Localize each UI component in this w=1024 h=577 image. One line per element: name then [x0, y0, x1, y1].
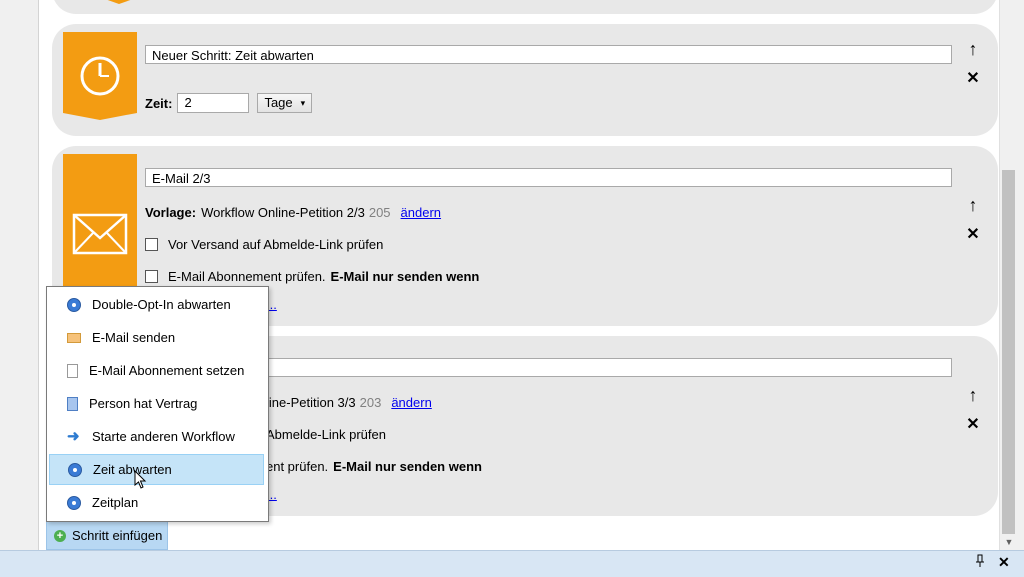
step-type-menu: Double-Opt-In abwarten E-Mail senden E-M… — [46, 286, 269, 522]
subscription3-label: ent prüfen. — [266, 459, 329, 474]
unsubscribe3-label: Abmelde-Link prüfen — [266, 427, 386, 442]
unsubscribe-checkbox[interactable] — [145, 238, 158, 251]
wait-step-title-input[interactable]: Neuer Schritt: Zeit abwarten — [145, 45, 952, 64]
move-up-icon[interactable]: ↑ — [964, 40, 982, 58]
template-row: Vorlage: Workflow Online-Petition 2/3 20… — [145, 205, 441, 220]
change-template3-link[interactable]: ändern — [391, 395, 431, 410]
unsubscribe-check-label: Vor Versand auf Abmelde-Link prüfen — [168, 237, 384, 252]
menu-item-label: Zeitplan — [92, 495, 139, 510]
menu-item-label: Double-Opt-In abwarten — [92, 297, 231, 312]
close-icon[interactable]: ✕ — [998, 554, 1010, 571]
scroll-down-icon[interactable]: ▼ — [1000, 534, 1018, 550]
add-icon: + — [54, 529, 66, 542]
time-value-input[interactable]: 2 — [177, 93, 250, 113]
previous-step-card — [52, 0, 998, 14]
wait-time-row: Zeit: 2 Tage ▾ — [145, 93, 313, 113]
menu-item-send-email[interactable]: E-Mail senden — [49, 322, 264, 353]
template-name: Workflow Online-Petition 2/3 — [201, 205, 365, 220]
vertical-scrollbar[interactable]: ▼ — [999, 0, 1018, 550]
contract-icon — [67, 396, 78, 411]
time-unit-select[interactable]: Tage ▾ — [257, 93, 313, 113]
remove-step-icon[interactable]: ✕ — [964, 416, 982, 434]
move-up-icon[interactable]: ↑ — [964, 386, 982, 404]
clock-icon — [67, 495, 81, 510]
mail-icon — [67, 332, 81, 343]
subscription-check-label: E-Mail Abonnement prüfen. — [168, 269, 326, 284]
menu-item-label: Zeit abwarten — [93, 462, 172, 477]
remove-step-icon[interactable]: ✕ — [964, 70, 982, 88]
wait-step-card: Neuer Schritt: Zeit abwarten Zeit: 2 Tag… — [52, 24, 998, 136]
time-label: Zeit: — [145, 95, 173, 111]
document-icon — [67, 363, 78, 378]
clock-icon — [80, 56, 120, 96]
previous-step-badge — [102, 0, 136, 4]
menu-item-label: E-Mail senden — [92, 330, 176, 345]
clock-icon — [68, 462, 82, 477]
subscription-check-row: E-Mail Abonnement prüfen. E-Mail nur sen… — [145, 269, 484, 284]
move-up-icon[interactable]: ↑ — [964, 196, 982, 214]
arrow-right-icon: ➜ — [67, 427, 80, 445]
subscription3-bold: E-Mail nur senden wenn — [333, 459, 482, 474]
menu-item-wait-time[interactable]: Zeit abwarten — [49, 454, 264, 485]
menu-item-set-subscription[interactable]: E-Mail Abonnement setzen — [49, 355, 264, 386]
insert-step-label: Schritt einfügen — [72, 528, 163, 543]
menu-item-label: Starte anderen Workflow — [92, 429, 235, 444]
insert-step-button[interactable]: + Schritt einfügen — [46, 521, 168, 550]
bottom-panel-bar: ✕ — [0, 550, 1024, 577]
scrollbar-thumb[interactable] — [1002, 170, 1015, 534]
template-label: Vorlage: — [145, 205, 197, 220]
menu-item-label: E-Mail Abonnement setzen — [89, 363, 245, 378]
clock-icon — [67, 297, 81, 312]
subscription-check-bold: E-Mail nur senden wenn — [330, 269, 480, 284]
menu-item-has-contract[interactable]: Person hat Vertrag — [49, 388, 264, 419]
time-unit-value: Tage — [264, 95, 293, 110]
change-template-link[interactable]: ändern — [401, 205, 441, 220]
wait-step-badge — [63, 32, 137, 120]
email-step-title-input[interactable]: E-Mail 2/3 — [145, 168, 952, 187]
unsubscribe3-row: Abmelde-Link prüfen — [266, 427, 386, 442]
template3-row: line-Petition 3/3 203 ändern — [266, 395, 432, 410]
unsubscribe-check-row: Vor Versand auf Abmelde-Link prüfen — [145, 237, 383, 252]
menu-item-label: Person hat Vertrag — [89, 396, 198, 411]
template-id: 205 — [368, 205, 391, 220]
menu-item-double-opt-in[interactable]: Double-Opt-In abwarten — [49, 289, 264, 320]
chevron-down-icon: ▾ — [300, 98, 306, 108]
remove-step-icon[interactable]: ✕ — [964, 226, 982, 244]
mouse-pointer-icon — [134, 469, 148, 495]
menu-item-start-workflow[interactable]: ➜ Starte anderen Workflow — [49, 421, 264, 452]
pin-icon[interactable] — [975, 554, 985, 571]
mail-icon — [72, 213, 128, 255]
subscription3-row: ent prüfen. E-Mail nur senden wenn — [266, 459, 487, 474]
template3-id: 203 — [359, 395, 382, 410]
subscription-checkbox[interactable] — [145, 270, 158, 283]
menu-item-schedule[interactable]: Zeitplan — [49, 487, 264, 518]
template3-name: line-Petition 3/3 — [266, 395, 356, 410]
